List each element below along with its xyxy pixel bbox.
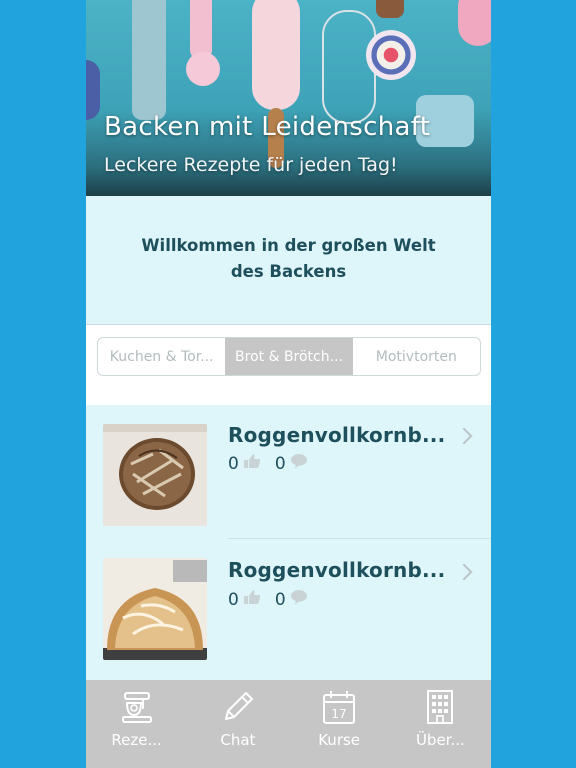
thumbs-up-icon[interactable] [243, 453, 261, 474]
spoon-bowl-decoration [186, 52, 220, 86]
comment-bubble-icon[interactable] [290, 453, 308, 474]
welcome-text: Willkommen in der großen Welt des Backen… [119, 233, 459, 285]
recipe-row[interactable]: Roggenvollkornb... 0 0 [86, 541, 491, 676]
tab-label: Reze... [111, 731, 162, 749]
bread-loaf-image-icon [103, 558, 207, 660]
recipe-list: Roggenvollkornb... 0 0 Roggenvollkornb..… [86, 405, 491, 680]
tab-rezepte[interactable]: Reze... [86, 680, 187, 768]
recipe-title: Roggenvollkornb... [228, 558, 446, 582]
segment-motivtorten[interactable]: Motivtorten [353, 338, 480, 375]
hero-title: Backen mit Leidenschaft [104, 112, 431, 142]
comment-bubble-icon[interactable] [290, 589, 308, 610]
blue-mold-decoration [86, 60, 100, 120]
comment-count: 0 [274, 589, 286, 610]
tab-label: Über... [415, 731, 465, 749]
row-separator [228, 538, 491, 539]
welcome-section: Willkommen in der großen Welt des Backen… [86, 196, 491, 324]
like-count: 0 [228, 589, 239, 610]
like-count: 0 [228, 453, 239, 474]
category-filter-area: Kuchen & Tor... Brot & Brötch... Motivto… [86, 325, 491, 405]
hero-banner: Backen mit Leidenschaft Leckere Rezepte … [86, 0, 491, 196]
chevron-right-icon[interactable] [455, 427, 473, 445]
recipe-stats: 0 0 [228, 589, 322, 610]
pencil-icon [224, 692, 253, 720]
hero-subtitle: Leckere Rezepte für jeden Tag! [104, 154, 398, 176]
tab-chat[interactable]: Chat [187, 680, 288, 768]
bottom-tab-bar: Reze... Chat 17 Kurse Über... [86, 680, 491, 768]
app-screen: Backen mit Leidenschaft Leckere Rezepte … [86, 0, 491, 768]
spoon-decoration [190, 0, 212, 60]
segment-brot-broetchen[interactable]: Brot & Brötch... [225, 338, 353, 375]
recipe-thumbnail [103, 424, 207, 526]
recipe-thumbnail [103, 558, 207, 660]
tab-kurse[interactable]: 17 Kurse [289, 680, 390, 768]
chevron-right-icon[interactable] [455, 563, 473, 581]
whisk-decoration [322, 10, 376, 124]
mixer-icon [121, 692, 152, 723]
pink-bowl-decoration [458, 0, 491, 46]
tab-label: Chat [220, 731, 256, 749]
thumbs-up-icon[interactable] [243, 589, 261, 610]
sprinkles-jar-decoration [366, 30, 416, 80]
calendar-day: 17 [331, 707, 346, 721]
tab-label: Kurse [318, 731, 361, 749]
welcome-line-2: des Backens [230, 262, 347, 281]
rolling-pin-decoration [252, 0, 300, 110]
category-segmented-control: Kuchen & Tor... Brot & Brötch... Motivto… [97, 337, 481, 376]
tab-ueber[interactable]: Über... [390, 680, 491, 768]
recipe-stats: 0 0 [228, 453, 322, 474]
welcome-line-1: Willkommen in der großen Welt [141, 236, 436, 255]
recipe-row[interactable]: Roggenvollkornb... 0 0 [86, 405, 491, 540]
recipe-title: Roggenvollkornb... [228, 423, 446, 447]
bread-image-icon [103, 424, 207, 526]
honey-dipper-decoration [376, 0, 404, 18]
building-icon [427, 690, 454, 724]
segment-kuchen-torten[interactable]: Kuchen & Tor... [98, 338, 225, 375]
calendar-icon: 17 [323, 691, 356, 724]
spatula-decoration [132, 0, 166, 120]
comment-count: 0 [274, 453, 286, 474]
